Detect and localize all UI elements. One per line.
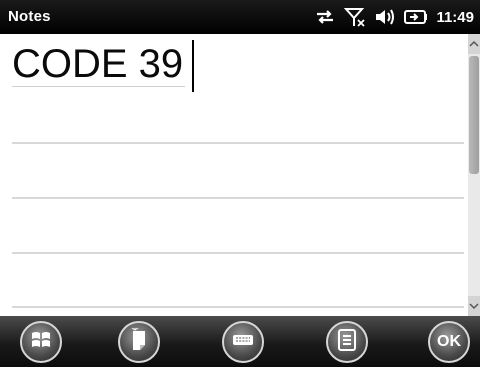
menu-button[interactable] xyxy=(326,321,368,363)
status-bar: Notes 11:49 xyxy=(0,0,480,34)
scroll-thumb[interactable] xyxy=(469,56,479,174)
connectivity-arrows-icon[interactable] xyxy=(314,8,336,26)
start-button[interactable] xyxy=(20,321,62,363)
menu-icon xyxy=(337,328,357,356)
battery-charging-icon[interactable] xyxy=(404,9,428,25)
note-editor[interactable]: CODE 39 xyxy=(0,34,468,316)
status-icons: 11:49 xyxy=(314,6,474,28)
app-title: Notes xyxy=(8,8,51,25)
scroll-down-button[interactable] xyxy=(468,296,480,316)
clock[interactable]: 11:49 xyxy=(436,9,474,26)
new-note-icon xyxy=(128,326,150,357)
no-signal-antenna-icon[interactable] xyxy=(344,7,366,27)
ruled-line xyxy=(12,252,464,254)
note-text[interactable]: CODE 39 xyxy=(12,42,186,87)
softkey-bar: OK xyxy=(0,316,480,367)
keyboard-icon xyxy=(232,333,254,352)
ok-button[interactable]: OK xyxy=(428,321,470,363)
ruled-line xyxy=(12,142,464,144)
ruled-line xyxy=(12,306,464,308)
new-note-button[interactable] xyxy=(118,321,160,363)
keyboard-button[interactable] xyxy=(222,321,264,363)
windows-start-icon xyxy=(30,329,52,356)
speaker-muted-icon[interactable] xyxy=(374,7,396,27)
scroll-up-button[interactable] xyxy=(468,34,480,54)
ruled-line xyxy=(12,197,464,199)
text-caret xyxy=(192,40,194,92)
vertical-scrollbar[interactable] xyxy=(468,34,480,316)
ok-label: OK xyxy=(437,333,461,350)
